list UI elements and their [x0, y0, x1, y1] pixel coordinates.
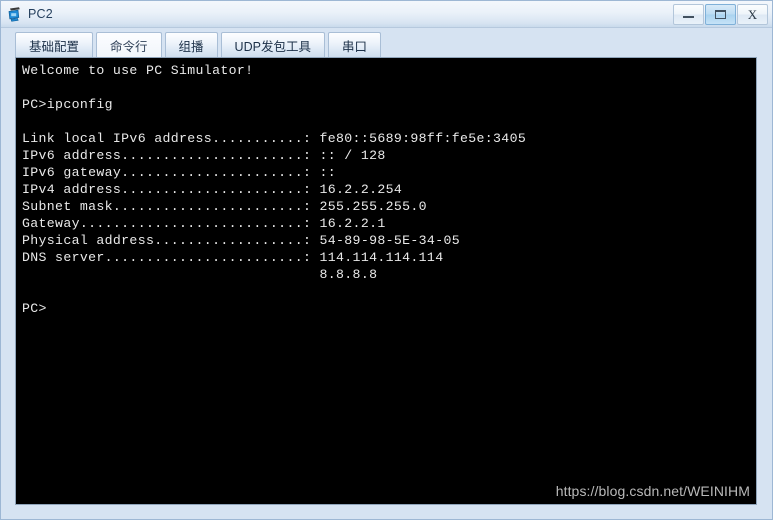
terminal-line: IPv4 address......................: 16.2… [22, 182, 403, 197]
terminal-line: PC>ipconfig [22, 97, 113, 112]
terminal-line: DNS server........................: 114.… [22, 250, 444, 265]
maximize-button[interactable] [705, 3, 736, 25]
maximize-icon [715, 9, 726, 19]
watermark-text: https://blog.csdn.net/WEINIHM [555, 483, 750, 499]
terminal-line: Physical address..................: 54-8… [22, 233, 460, 248]
terminal-line: 8.8.8.8 [22, 267, 378, 282]
minimize-button[interactable] [673, 3, 704, 25]
terminal-line: Gateway...........................: 16.2… [22, 216, 386, 231]
title-bar: PC2 X [1, 1, 772, 28]
terminal-container: Welcome to use PC Simulator! PC>ipconfig… [1, 57, 772, 519]
tab-serial-port[interactable]: 串口 [327, 32, 381, 57]
terminal-line: PC> [22, 301, 47, 316]
terminal-line: Subnet mask.......................: 255.… [22, 199, 427, 214]
command-line-terminal[interactable]: Welcome to use PC Simulator! PC>ipconfig… [15, 57, 757, 505]
tab-command-line-label: 命令行 [110, 39, 148, 54]
terminal-line: Link local IPv6 address...........: fe80… [22, 131, 527, 146]
tab-strip: 基础配置 命令行 组播 UDP发包工具 串口 [1, 28, 772, 57]
tab-basic-config[interactable]: 基础配置 [15, 32, 94, 57]
tab-serial-port-label: 串口 [341, 39, 367, 54]
tab-multicast-label: 组播 [178, 39, 204, 54]
terminal-line: IPv6 gateway......................: :: [22, 165, 337, 180]
tab-udp-packet-tool-label: UDP发包工具 [234, 39, 311, 54]
tab-basic-config-label: 基础配置 [29, 39, 80, 54]
pc-device-icon [6, 5, 24, 23]
terminal-line: IPv6 address......................: :: /… [22, 148, 386, 163]
terminal-line: Welcome to use PC Simulator! [22, 63, 254, 78]
close-button[interactable]: X [737, 3, 768, 25]
tab-command-line[interactable]: 命令行 [96, 32, 162, 57]
minimize-icon [683, 16, 694, 18]
tab-multicast[interactable]: 组播 [164, 32, 218, 57]
tab-udp-packet-tool[interactable]: UDP发包工具 [220, 32, 325, 57]
close-icon: X [747, 6, 758, 22]
window-title: PC2 [28, 7, 53, 21]
pc2-window: PC2 X 基础配置 命令行 组播 UDP发包工具 串口 Welcome to … [0, 0, 773, 520]
window-controls: X [672, 3, 768, 25]
